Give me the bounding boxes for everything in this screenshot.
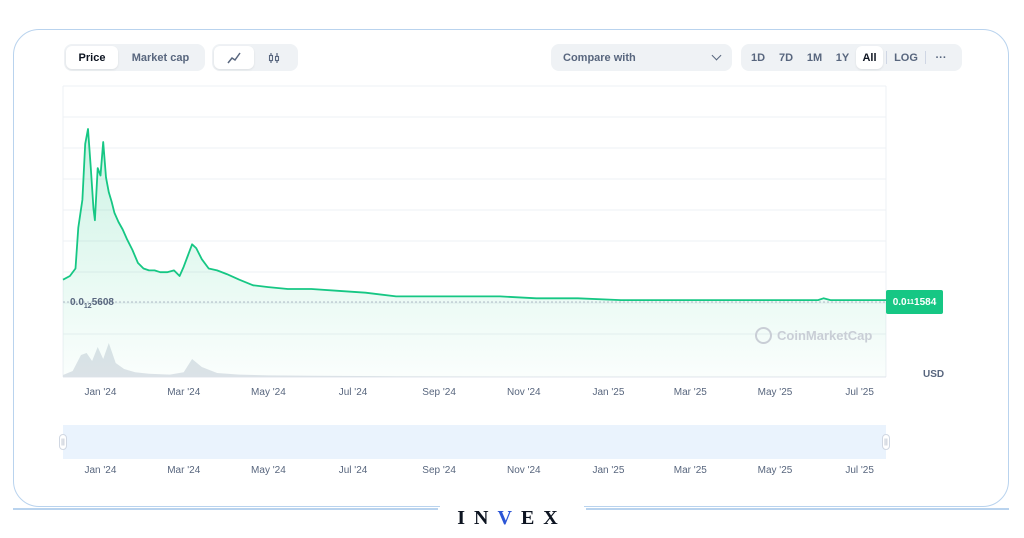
footer-line-right bbox=[586, 508, 1009, 510]
x-tick-label: Sep '24 bbox=[422, 387, 456, 398]
range-navigator[interactable] bbox=[63, 425, 886, 459]
x-tick-label: Jul '24 bbox=[339, 387, 368, 398]
currency-label: USD bbox=[923, 369, 945, 380]
navigator-tick-label: Sep '24 bbox=[422, 465, 456, 476]
navigator-tick-label: Jan '25 bbox=[592, 465, 624, 476]
navigator-right-handle[interactable]: || bbox=[882, 434, 890, 450]
brand-text-ex: EX bbox=[520, 507, 567, 529]
navigator-tick-label: Jul '24 bbox=[339, 465, 368, 476]
invex-logo: IN V EX bbox=[440, 490, 584, 530]
start-price-label: 0.0125608 bbox=[70, 297, 114, 310]
navigator-left-handle[interactable]: || bbox=[59, 434, 67, 450]
navigator-tick-label: Nov '24 bbox=[507, 465, 541, 476]
footer-line-left bbox=[13, 508, 438, 510]
x-tick-label: Mar '25 bbox=[674, 387, 707, 398]
watermark-text: CoinMarketCap bbox=[777, 328, 873, 343]
x-tick-label: May '25 bbox=[758, 387, 793, 398]
x-tick-label: Jan '25 bbox=[592, 387, 624, 398]
navigator-tick-label: Jan '24 bbox=[85, 465, 117, 476]
navigator-tick-label: May '25 bbox=[758, 465, 793, 476]
x-tick-label: Mar '24 bbox=[167, 387, 200, 398]
x-tick-label: Jan '24 bbox=[85, 387, 117, 398]
current-price-badge: 0.0 11 1584 bbox=[886, 290, 943, 314]
brand-text-in: IN bbox=[457, 507, 498, 529]
x-tick-label: Jul '25 bbox=[845, 387, 874, 398]
brand-text-v: V bbox=[497, 507, 521, 529]
x-tick-label: May '24 bbox=[251, 387, 286, 398]
coinmarketcap-watermark: CoinMarketCap bbox=[755, 327, 872, 344]
navigator-tick-label: Mar '24 bbox=[167, 465, 200, 476]
navigator-tick-label: Mar '25 bbox=[674, 465, 707, 476]
navigator-tick-label: May '24 bbox=[251, 465, 286, 476]
coinmarketcap-logo-icon bbox=[755, 327, 772, 344]
navigator-tick-label: Jul '25 bbox=[845, 465, 874, 476]
x-tick-label: Nov '24 bbox=[507, 387, 541, 398]
